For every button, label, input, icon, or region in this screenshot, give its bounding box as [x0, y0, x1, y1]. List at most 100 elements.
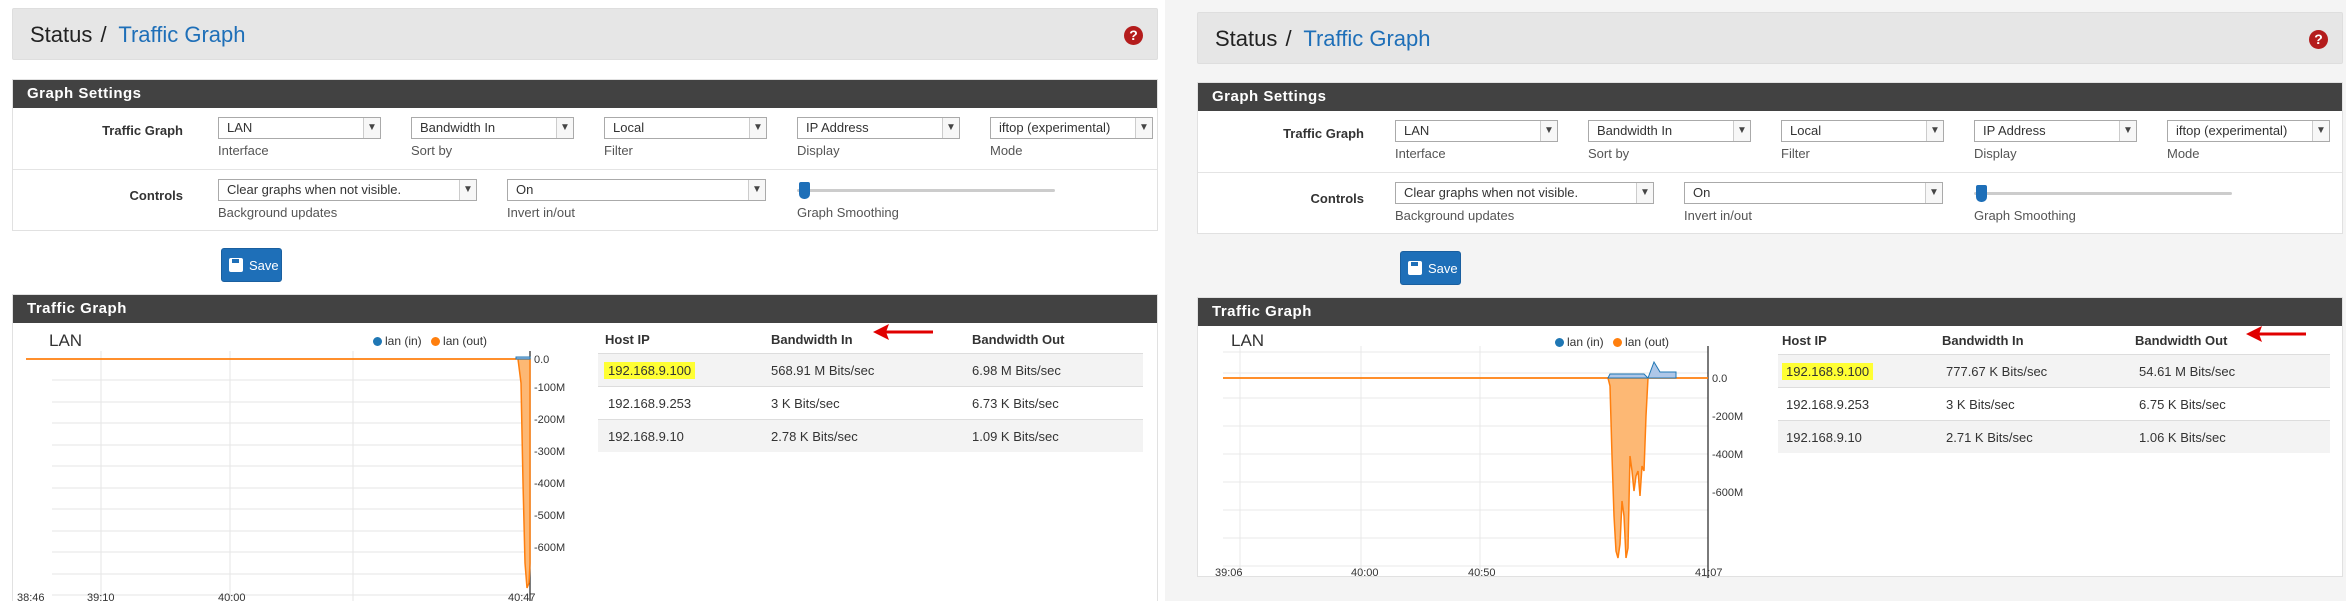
- host-ip-cell: 192.168.9.10: [608, 429, 684, 444]
- mode-hint: Mode: [2167, 146, 2200, 161]
- bandwidth-in-cell: 2.78 K Bits/sec: [771, 429, 858, 444]
- bandwidth-in-cell: 777.67 K Bits/sec: [1946, 364, 2048, 379]
- sort-value: Bandwidth In: [420, 120, 496, 135]
- filter-hint: Filter: [1781, 146, 1810, 161]
- bandwidth-out-cell: 1.06 K Bits/sec: [2139, 430, 2226, 445]
- mode-select[interactable]: iftop (experimental) ▼: [990, 117, 1153, 139]
- chevron-down-icon: ▼: [1135, 118, 1152, 138]
- x-tick-label: 41:07: [1695, 567, 1723, 578]
- graph-smoothing-handle[interactable]: [799, 182, 810, 199]
- x-tick-label: 38:46: [17, 592, 45, 601]
- mode-select[interactable]: iftop (experimental) ▼: [2167, 120, 2330, 142]
- bandwidth-out-cell: 6.98 M Bits/sec: [972, 363, 1061, 378]
- graph-smoothing-track[interactable]: [1974, 192, 2232, 195]
- in-series-area: [515, 356, 531, 360]
- col-bandwidth-out[interactable]: Bandwidth Out: [2135, 333, 2227, 348]
- y-tick-label: -300M: [534, 446, 565, 458]
- graph-smoothing-hint: Graph Smoothing: [1974, 208, 2076, 223]
- host-ip-cell: 192.168.9.253: [608, 396, 692, 411]
- invert-hint: Invert in/out: [1684, 208, 1752, 223]
- chevron-down-icon: ▼: [459, 180, 476, 200]
- invert-select[interactable]: On ▼: [1684, 182, 1943, 204]
- table-row: 192.168.9.10 2.71 K Bits/sec 1.06 K Bits…: [1778, 420, 2330, 453]
- display-select[interactable]: IP Address ▼: [797, 117, 960, 139]
- in-series-area-right: [1647, 360, 1677, 379]
- graph-settings-panel: Graph Settings Traffic Graph LAN ▼ Interf…: [1197, 82, 2343, 234]
- y-tick-label: -500M: [534, 510, 565, 522]
- filter-select[interactable]: Local ▼: [604, 117, 767, 139]
- bandwidth-out-cell: 6.73 K Bits/sec: [972, 396, 1059, 411]
- background-updates-select[interactable]: Clear graphs when not visible. ▼: [218, 179, 477, 201]
- display-value: IP Address: [806, 120, 869, 135]
- col-host-ip[interactable]: Host IP: [1782, 333, 1827, 348]
- interface-value: LAN: [1404, 123, 1430, 138]
- graph-settings-title: Graph Settings: [1198, 83, 2342, 111]
- graph-smoothing-handle[interactable]: [1976, 185, 1987, 202]
- x-tick-label: 40:47: [508, 592, 536, 601]
- help-icon[interactable]: ?: [1124, 26, 1143, 45]
- bandwidth-out-cell: 54.61 M Bits/sec: [2139, 364, 2236, 379]
- filter-value: Local: [613, 120, 645, 135]
- screenshot-left: Status / Traffic Graph ? Graph Settings …: [0, 0, 1160, 601]
- save-button[interactable]: Save: [221, 248, 282, 282]
- table-row: 192.168.9.100 777.67 K Bits/sec 54.61 M …: [1778, 354, 2330, 387]
- col-bandwidth-in[interactable]: Bandwidth In: [1942, 333, 2024, 348]
- display-select[interactable]: IP Address ▼: [1974, 120, 2137, 142]
- table-row: 192.168.9.10 2.78 K Bits/sec 1.09 K Bits…: [598, 419, 1143, 452]
- background-updates-value: Clear graphs when not visible.: [1404, 185, 1579, 200]
- graph-smoothing-field: Graph Smoothing: [1974, 182, 2234, 226]
- out-series-area: [516, 358, 531, 589]
- sort-select[interactable]: Bandwidth In ▼: [1588, 120, 1751, 142]
- col-bandwidth-in[interactable]: Bandwidth In: [771, 332, 853, 347]
- traffic-graph-title: Traffic Graph: [1198, 298, 2342, 326]
- save-button[interactable]: Save: [1400, 251, 1461, 285]
- col-host-ip[interactable]: Host IP: [605, 332, 650, 347]
- background-updates-hint: Background updates: [218, 205, 338, 220]
- filter-select[interactable]: Local ▼: [1781, 120, 1944, 142]
- table-row: 192.168.9.253 3 K Bits/sec 6.73 K Bits/s…: [598, 386, 1143, 419]
- y-tick-label: 0.0: [1712, 373, 1727, 385]
- interface-hint: Interface: [218, 143, 269, 158]
- settings-row-traffic-graph: Traffic Graph LAN ▼ Interface Bandwidth I…: [13, 108, 1157, 170]
- breadcrumb-traffic-graph-link[interactable]: Traffic Graph: [118, 22, 245, 47]
- chevron-down-icon: ▼: [1925, 183, 1942, 203]
- y-tick-label: -400M: [1712, 449, 1743, 461]
- y-tick-label: -600M: [534, 542, 565, 554]
- red-arrow-annotation: [2246, 326, 2306, 342]
- col-bandwidth-out[interactable]: Bandwidth Out: [972, 332, 1064, 347]
- breadcrumb-separator: /: [100, 22, 107, 47]
- chevron-down-icon: ▼: [942, 118, 959, 138]
- chevron-down-icon: ▼: [1636, 183, 1653, 203]
- traffic-chart: 0.0 -100M -200M -300M -400M -500M -600M …: [17, 351, 565, 601]
- x-tick-label: 40:50: [1468, 567, 1496, 578]
- invert-select[interactable]: On ▼: [507, 179, 766, 201]
- traffic-graph-panel: Traffic Graph LAN lan (in) lan (out) 0.0…: [1197, 297, 2343, 578]
- breadcrumb: Status / Traffic Graph ?: [12, 8, 1158, 60]
- breadcrumb-status: Status: [1215, 26, 1278, 51]
- controls-label: Controls: [129, 188, 183, 203]
- host-ip-highlighted: 192.168.9.100: [604, 362, 696, 379]
- save-label: Save: [249, 258, 279, 273]
- chevron-down-icon: ▼: [363, 118, 380, 138]
- x-tick-label: 40:00: [218, 592, 246, 601]
- bandwidth-in-cell: 2.71 K Bits/sec: [1946, 430, 2033, 445]
- traffic-graph-label: Traffic Graph: [1283, 126, 1364, 141]
- sort-select[interactable]: Bandwidth In ▼: [411, 117, 574, 139]
- breadcrumb-traffic-graph-link[interactable]: Traffic Graph: [1303, 26, 1430, 51]
- mode-hint: Mode: [990, 143, 1023, 158]
- y-tick-label: -200M: [1712, 411, 1743, 423]
- chevron-down-icon: ▼: [2119, 121, 2136, 141]
- filter-hint: Filter: [604, 143, 633, 158]
- help-icon[interactable]: ?: [2309, 30, 2328, 49]
- settings-row-controls: Controls Clear graphs when not visible. ▼…: [13, 170, 1157, 232]
- background-updates-select[interactable]: Clear graphs when not visible. ▼: [1395, 182, 1654, 204]
- chevron-down-icon: ▼: [1926, 121, 1943, 141]
- x-tick-label: 39:06: [1215, 567, 1243, 578]
- y-tick-label: -100M: [534, 382, 565, 394]
- graph-smoothing-track[interactable]: [797, 189, 1055, 192]
- bandwidth-out-cell: 6.75 K Bits/sec: [2139, 397, 2226, 412]
- bandwidth-out-cell: 1.09 K Bits/sec: [972, 429, 1059, 444]
- interface-select[interactable]: LAN ▼: [218, 117, 381, 139]
- interface-select[interactable]: LAN ▼: [1395, 120, 1558, 142]
- traffic-chart: 0.0 -200M -400M -600M 39:06 40:00 40:50 …: [1215, 346, 1743, 578]
